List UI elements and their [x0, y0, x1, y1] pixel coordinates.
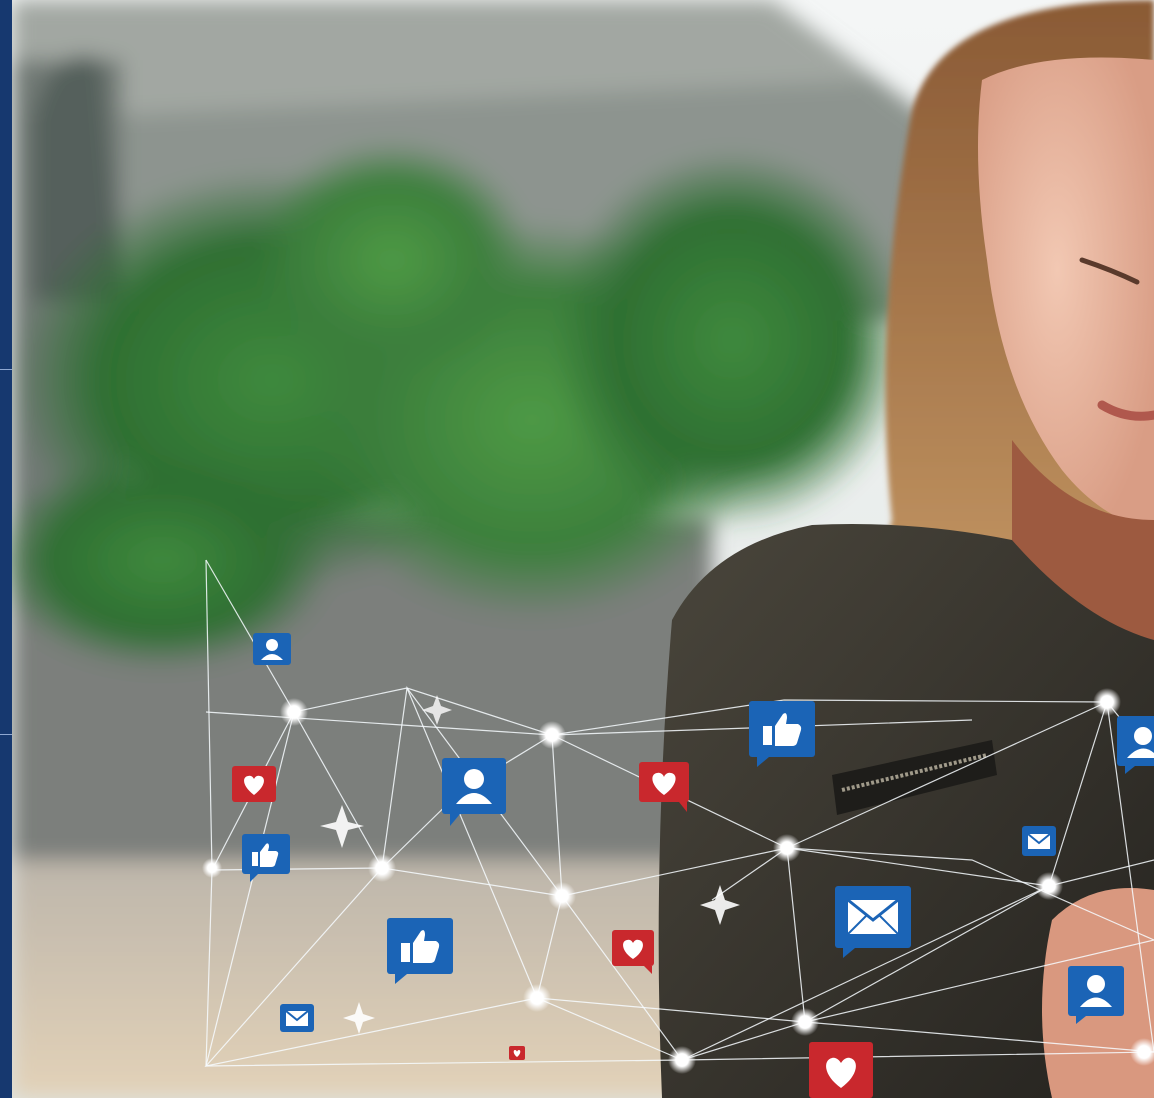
mail-icon — [835, 886, 911, 958]
left-frame — [0, 0, 12, 1098]
network-node — [368, 854, 396, 882]
user-icon — [253, 633, 291, 665]
network-node — [791, 1008, 819, 1036]
heart-icon — [509, 1046, 525, 1060]
network-node — [280, 698, 308, 726]
network-node — [523, 984, 551, 1012]
user-icon — [1068, 966, 1124, 1024]
heart-icon — [232, 766, 276, 802]
network-node — [668, 1046, 696, 1074]
frame-divider-bottom — [0, 734, 12, 735]
network-node — [1093, 688, 1121, 716]
photo-scene — [12, 0, 1154, 1098]
photo-page — [0, 0, 1154, 1098]
network-node — [1035, 872, 1063, 900]
network-node — [548, 882, 576, 910]
mail-icon — [1022, 826, 1056, 856]
heart-icon — [809, 1042, 873, 1098]
network-node — [773, 834, 801, 862]
mail-icon — [280, 1004, 314, 1032]
network-node — [538, 721, 566, 749]
network-node — [202, 858, 222, 878]
user-icon — [1117, 716, 1154, 774]
frame-divider-top — [0, 369, 12, 370]
photo-illustration — [12, 0, 1154, 1098]
